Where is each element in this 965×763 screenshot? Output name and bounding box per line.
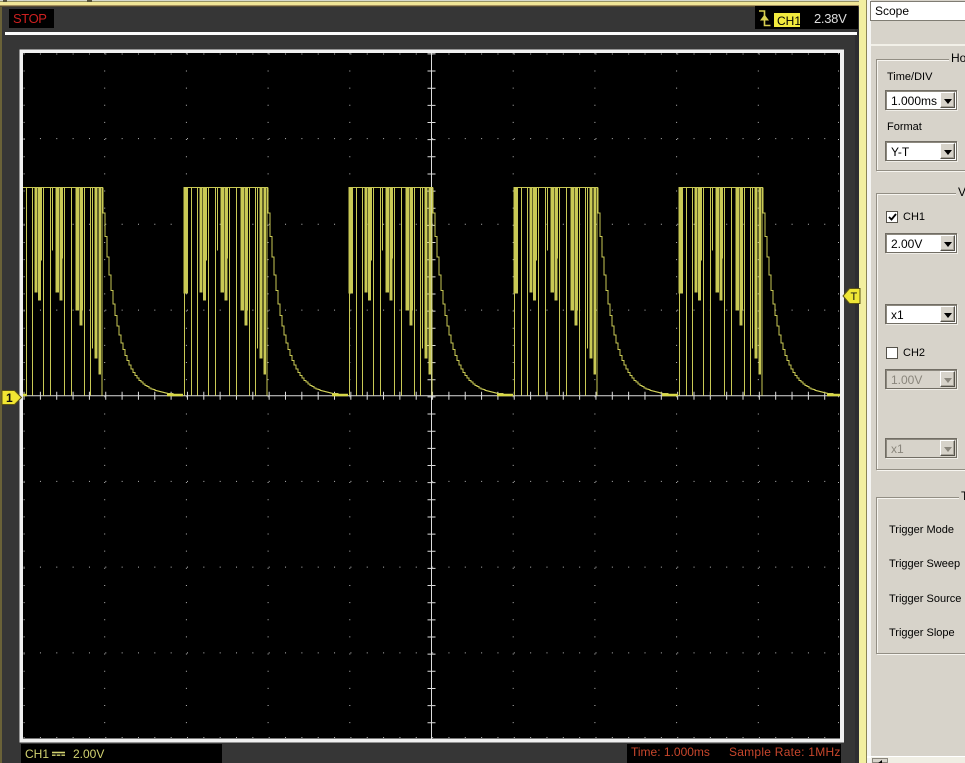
svg-text:1: 1: [6, 391, 13, 405]
svg-text:T: T: [851, 291, 858, 303]
